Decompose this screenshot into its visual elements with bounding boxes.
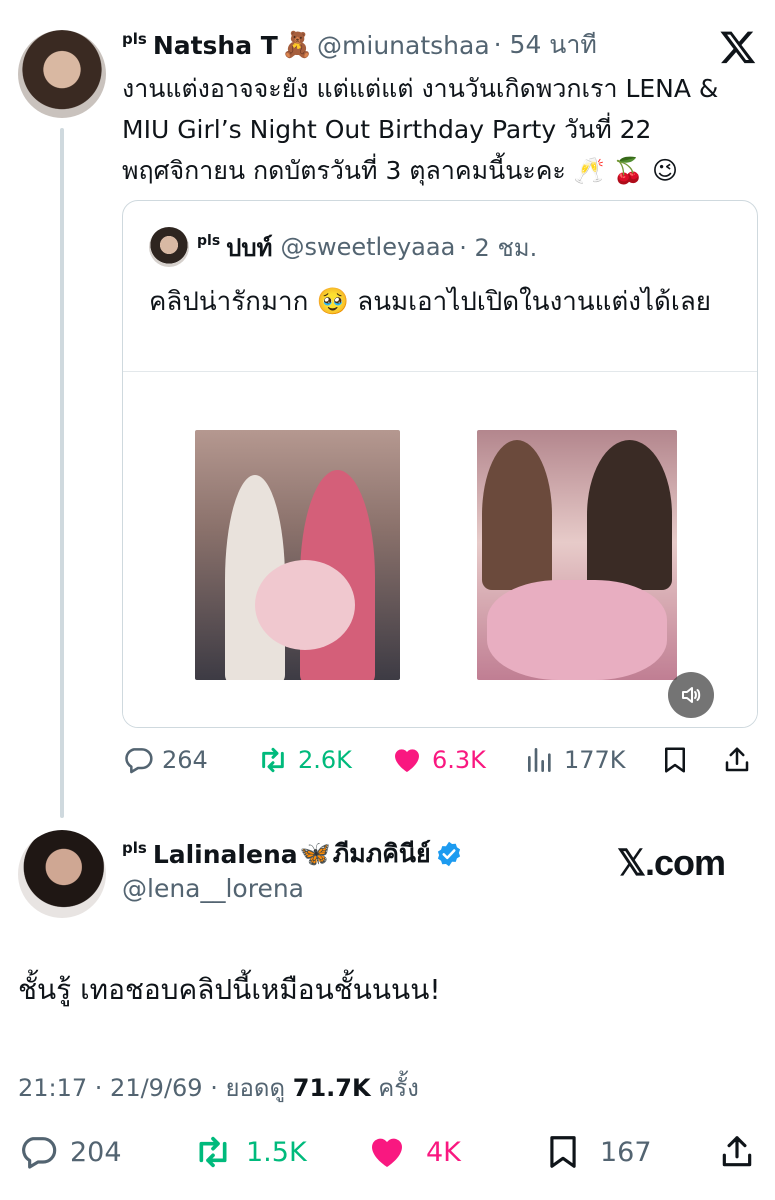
reply-repost-button[interactable]: 1.5K	[192, 1132, 307, 1172]
reply-author-name-thai[interactable]: ภีมภคินีย์	[333, 834, 431, 874]
video-frame-left	[195, 430, 400, 680]
reply-count: 264	[162, 746, 208, 774]
reply-reply-count: 204	[70, 1136, 122, 1168]
reply-meta: 21:17 · 21/9/69 · ยอดดู 71.7K ครั้ง	[18, 1068, 419, 1107]
author-prefix: pls	[122, 30, 147, 48]
author-avatar[interactable]	[18, 30, 106, 118]
reply-bookmark-button[interactable]: 167	[544, 1132, 652, 1172]
repost-icon	[199, 1136, 227, 1168]
tweet-time[interactable]: · 54 นาที	[494, 25, 597, 65]
views-chart-icon	[528, 748, 551, 772]
reply-author-avatar[interactable]	[18, 830, 106, 918]
bookmark-icon	[665, 747, 685, 773]
reply-author-name[interactable]: Lalinalena	[153, 840, 298, 869]
reply-like-button[interactable]: 4K	[366, 1132, 461, 1172]
quote-author-prefix: pls	[197, 233, 221, 249]
tweet-text: งานแต่งอาจจะยัง แต่แต่แต่ งานวันเกิดพวกเ…	[122, 74, 719, 185]
author-name[interactable]: Natsha T	[153, 31, 278, 60]
reply-icon	[22, 1137, 57, 1169]
reply-share-button[interactable]	[718, 1132, 764, 1172]
reply-button[interactable]: 264	[122, 744, 208, 776]
mute-toggle-button[interactable]	[668, 672, 714, 718]
reply-author-prefix: pls	[122, 839, 147, 857]
views-count: 177K	[564, 746, 626, 774]
tweet-header: pls Natsha T 🧸 @miunatshaa · 54 นาที	[122, 28, 597, 62]
bookmark-button[interactable]	[660, 744, 698, 776]
tweet-main: pls Natsha T 🧸 @miunatshaa · 54 นาที งาน…	[0, 0, 775, 818]
quote-time: · 2 ชม.	[459, 233, 538, 262]
share-button[interactable]	[722, 744, 760, 776]
heart-icon	[395, 749, 419, 772]
x-com-brand: 𝕏.com	[617, 842, 726, 883]
share-icon	[725, 747, 749, 772]
like-count: 6.3K	[432, 746, 486, 774]
quote-header: pls ปบท์ @sweetleyaaa · 2 ชม.	[149, 227, 537, 267]
butterfly-emoji: 🦋	[299, 839, 331, 868]
reply-reply-button[interactable]: 204	[18, 1132, 122, 1172]
views-button[interactable]: 177K	[524, 744, 626, 776]
verified-badge-icon	[437, 841, 460, 867]
repost-icon	[262, 747, 284, 773]
speaker-icon	[682, 687, 701, 703]
repost-button[interactable]: 2.6K	[256, 744, 352, 776]
heart-icon	[372, 1138, 402, 1167]
share-icon	[722, 1136, 752, 1167]
quote-author-name: ปบท์	[226, 233, 273, 262]
reply-author-handle[interactable]: @lena__lorena	[122, 874, 304, 903]
reply-view-suffix: ครั้ง	[378, 1074, 419, 1102]
thread-line	[60, 128, 64, 818]
reply-bookmark-count: 167	[600, 1136, 652, 1168]
reply-repost-count: 1.5K	[246, 1136, 307, 1168]
repost-count: 2.6K	[298, 746, 352, 774]
reply-like-count: 4K	[426, 1136, 461, 1168]
like-button[interactable]: 6.3K	[390, 744, 486, 776]
author-handle[interactable]: @miunatshaa	[317, 31, 490, 60]
quote-text: คลิปน่ารักมาก 🥹 ลนมเอาไปเปิดในงานแต่งได้…	[149, 287, 711, 317]
quote-video[interactable]	[123, 371, 757, 727]
reply-icon	[125, 748, 153, 774]
quote-author-avatar	[149, 227, 189, 267]
reply-view-count: 71.7K	[292, 1074, 371, 1102]
reply-header: pls Lalinalena 🦋 ภีมภคินีย์	[122, 836, 463, 872]
reply-timestamp[interactable]: 21:17 · 21/9/69 · ยอดดู	[18, 1074, 285, 1102]
teddy-bear-emoji: 🧸	[281, 30, 314, 59]
video-frame-right	[477, 430, 677, 680]
reply-text: ชั้นรู้ เทอชอบคลิปนี้เหมือนชั้นนนน!	[18, 973, 441, 1006]
x-logo-icon[interactable]	[718, 28, 758, 66]
quoted-tweet[interactable]: pls ปบท์ @sweetleyaaa · 2 ชม. คลิปน่ารัก…	[122, 200, 758, 728]
quote-author-handle: @sweetleyaaa	[280, 233, 456, 261]
bookmark-icon	[550, 1136, 576, 1168]
